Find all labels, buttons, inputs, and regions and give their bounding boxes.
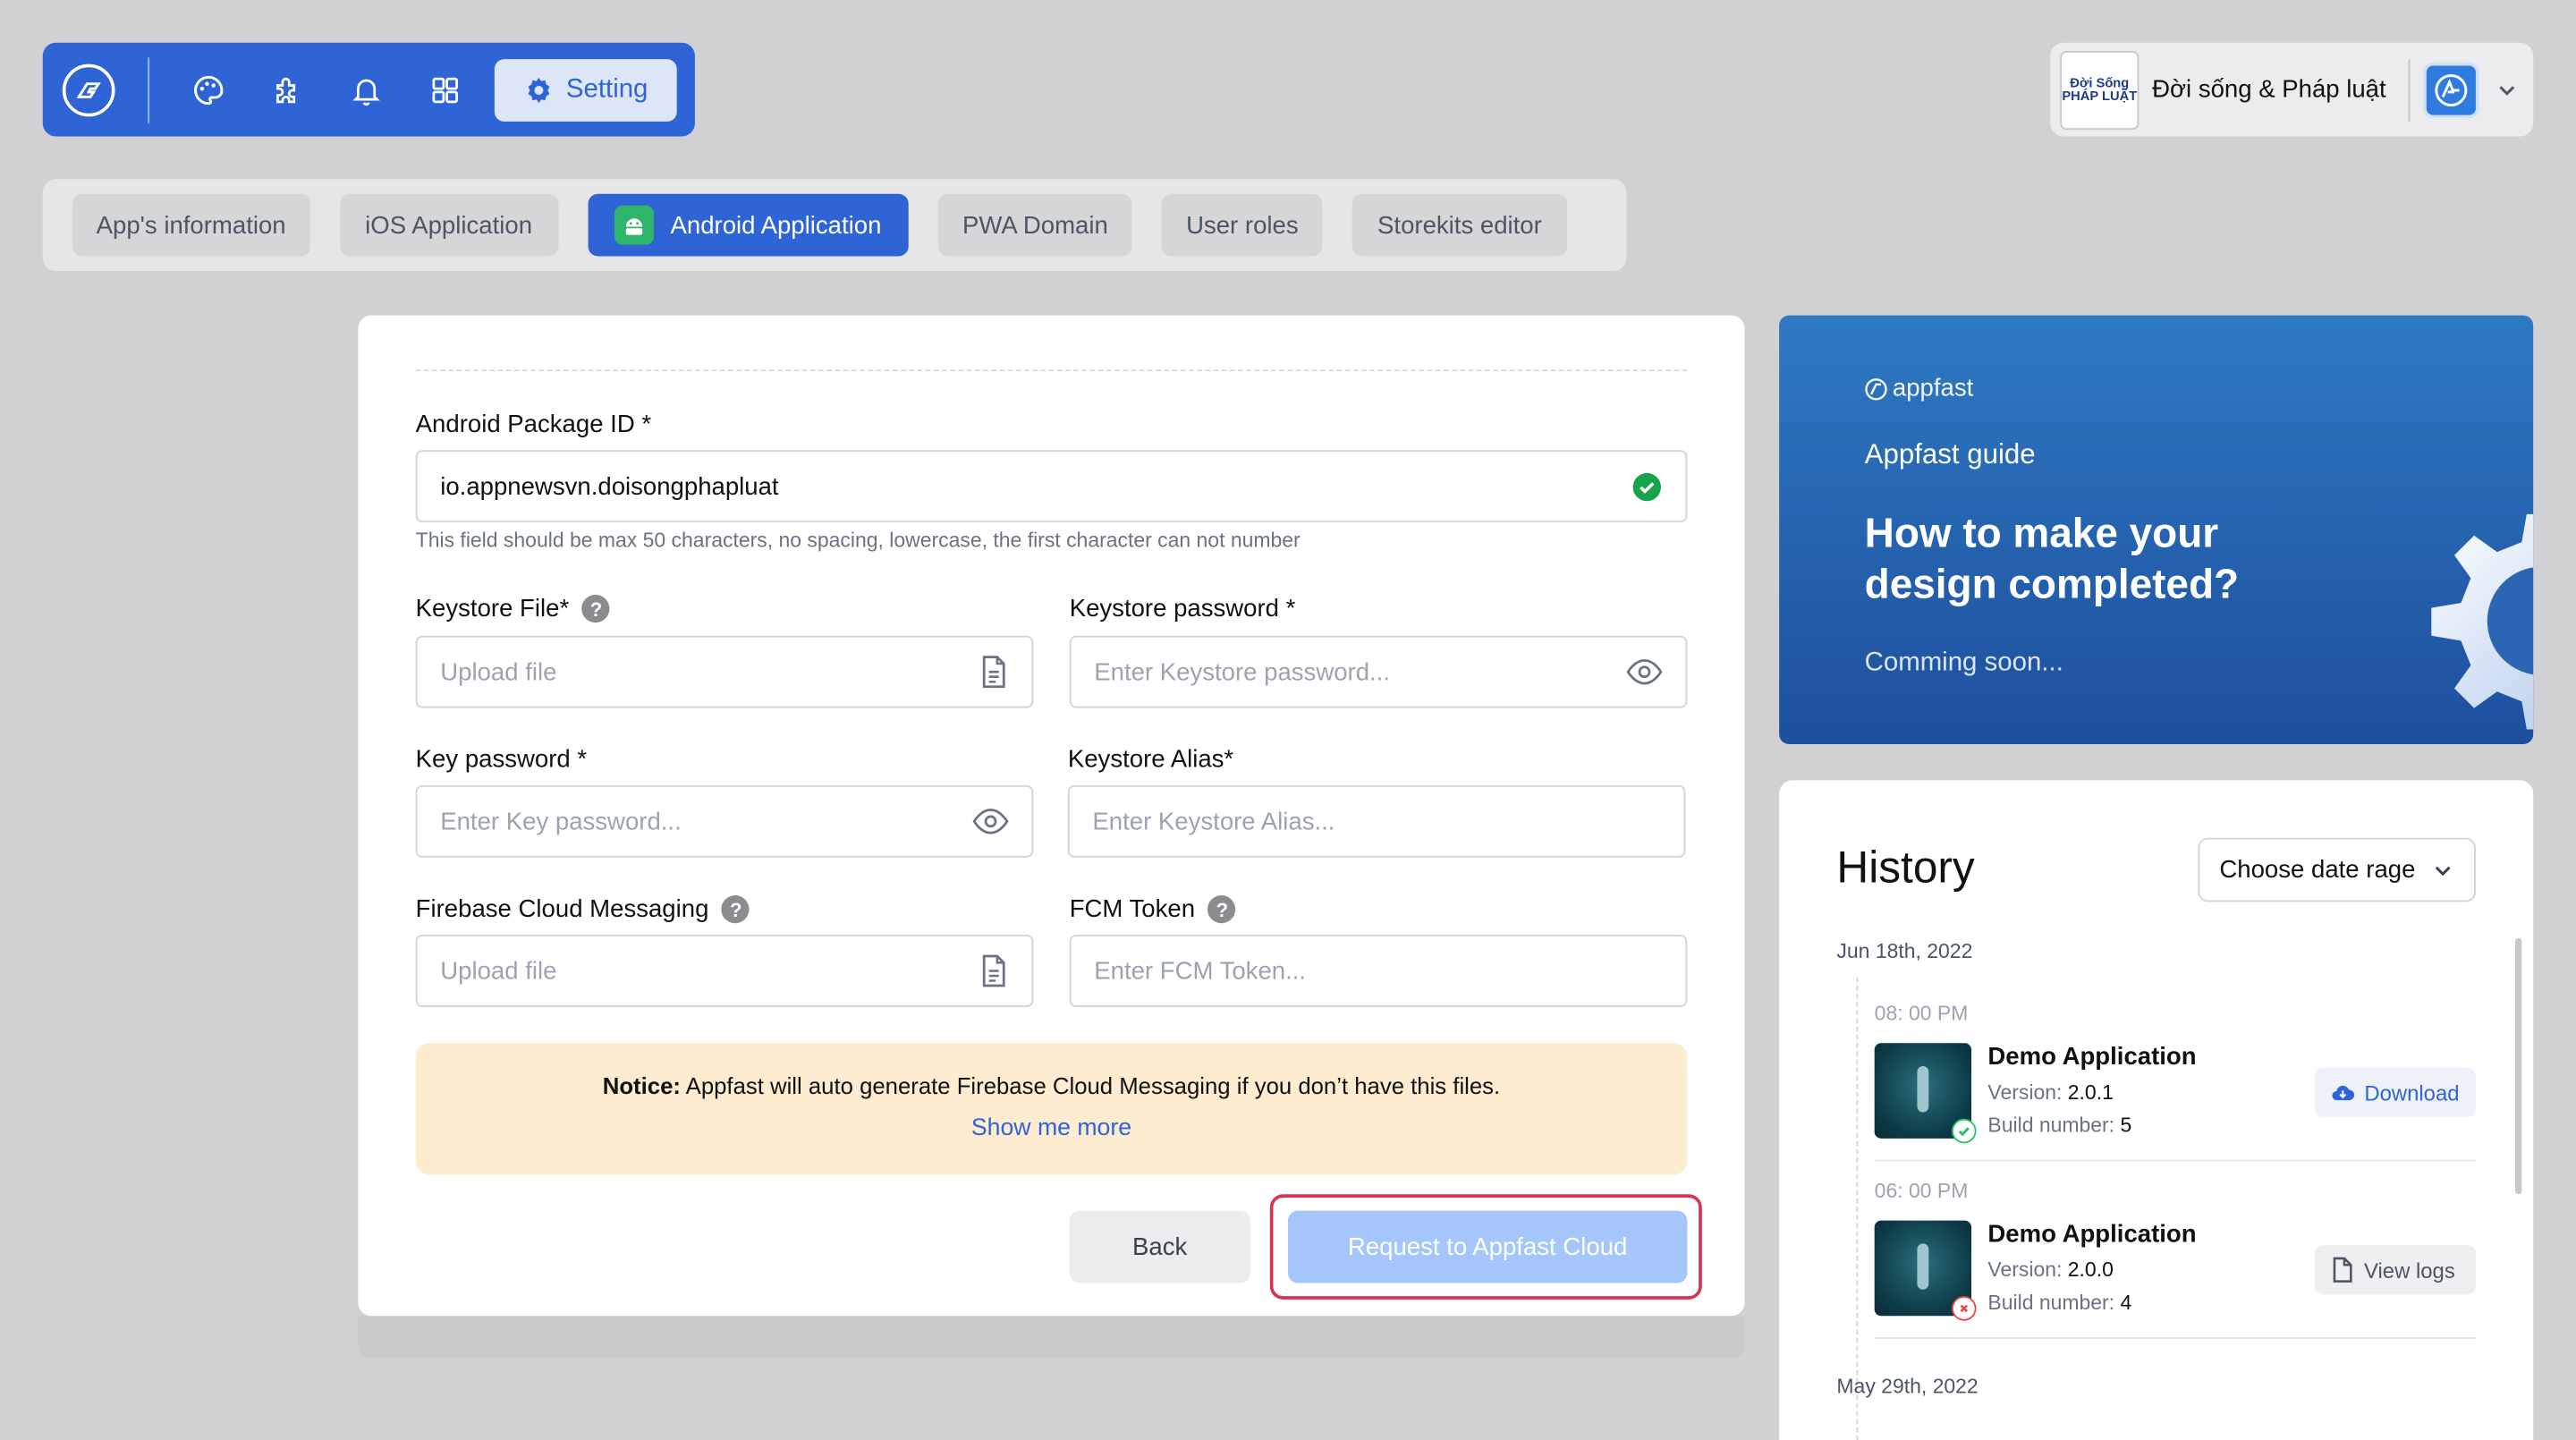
chevron-down-icon [2435, 865, 2451, 876]
timeline-line [1856, 977, 1859, 1440]
check-circle-icon [1632, 471, 1661, 501]
download-button[interactable]: Download [2314, 1067, 2476, 1117]
guide-title: How to make your design completed? [1864, 511, 2240, 608]
gear-icon [527, 77, 549, 103]
appfast-logo-icon [1865, 377, 1887, 400]
history-panel: History Choose date rage Jun 18th, 2022 … [1779, 780, 2534, 1440]
grid-icon[interactable] [416, 60, 475, 119]
account-divider [2409, 58, 2411, 121]
gear-illustration-icon [2431, 513, 2534, 730]
main-toolbar: Setting [42, 42, 695, 137]
build-time: 08: 00 PM [1874, 1002, 1969, 1026]
keystore-password-input[interactable]: Enter Keystore password... [1069, 635, 1688, 708]
tab-user-roles[interactable]: User roles [1162, 193, 1323, 257]
success-icon [1951, 1118, 1977, 1144]
notice-box: Notice: Appfast will auto generate Fireb… [415, 1043, 1688, 1175]
show-more-link[interactable]: Show me more [416, 1115, 1688, 1141]
app-thumbnail [1874, 1220, 1977, 1321]
fcm-token-input[interactable]: Enter FCM Token... [1069, 935, 1688, 1007]
chevron-down-icon[interactable] [2496, 78, 2520, 101]
setting-label: Setting [565, 74, 648, 103]
build-version: Version: 2.0.1 [1987, 1080, 2114, 1105]
build-app-name: Demo Application [1987, 1043, 2197, 1072]
request-cloud-button[interactable]: Request to Appfast Cloud [1287, 1210, 1688, 1283]
account-switcher[interactable]: Đời Sống PHÁP LUẬT Đời sống & Pháp luật [2050, 42, 2534, 137]
build-number: Build number: 4 [1987, 1291, 2132, 1315]
key-password-label: Key password * [415, 745, 588, 775]
guide-status: Comming soon... [1864, 648, 2063, 677]
toolbar-divider [148, 56, 150, 123]
build-divider [1874, 1337, 2476, 1339]
package-id-label: Android Package ID * [415, 411, 652, 439]
notice-text: Appfast will auto generate Firebase Clou… [685, 1072, 1501, 1099]
back-button[interactable]: Back [1069, 1210, 1250, 1283]
android-settings-form: Android Package ID * io.appnewsvn.doison… [358, 315, 1745, 1317]
file-icon [982, 954, 1005, 987]
history-scrollbar[interactable] [2514, 937, 2522, 1195]
build-app-name: Demo Application [1987, 1220, 2197, 1249]
guide-subtitle: Appfast guide [1864, 438, 2036, 470]
avatar[interactable] [2423, 61, 2480, 118]
eye-icon[interactable] [1626, 658, 1663, 685]
build-divider [1874, 1159, 2476, 1162]
key-password-input[interactable]: Enter Key password... [415, 784, 1034, 858]
tab-ios-application[interactable]: iOS Application [339, 193, 558, 257]
dashed-divider [415, 369, 1688, 372]
help-icon[interactable]: ? [722, 895, 750, 924]
app-logo-icon[interactable] [62, 63, 115, 116]
build-number: Build number: 5 [1987, 1114, 2132, 1137]
history-date: May 29th, 2022 [1836, 1375, 1979, 1399]
tab-storekits-editor[interactable]: Storekits editor [1352, 193, 1568, 257]
bell-icon[interactable] [337, 60, 396, 119]
keystore-file-upload[interactable]: Upload file [415, 635, 1034, 708]
package-id-input[interactable]: io.appnewsvn.doisongphapluat [415, 450, 1688, 523]
keystore-alias-label: Keystore Alias* [1067, 745, 1234, 775]
fcm-file-label: Firebase Cloud Messaging ? [416, 895, 750, 924]
date-range-select[interactable]: Choose date rage [2198, 837, 2476, 902]
setting-button[interactable]: Setting [494, 58, 677, 121]
history-title: History [1836, 843, 1975, 893]
error-icon [1951, 1296, 1977, 1321]
palette-icon[interactable] [179, 60, 238, 119]
tab-pwa-domain[interactable]: PWA Domain [937, 193, 1133, 257]
build-version: Version: 2.0.0 [1987, 1258, 2114, 1282]
tab-apps-information[interactable]: App's information [72, 193, 310, 257]
package-id-hint: This field should be max 50 characters, … [415, 529, 1301, 553]
android-icon [614, 205, 655, 245]
file-icon [982, 656, 1005, 689]
eye-icon[interactable] [972, 809, 1009, 834]
help-icon[interactable]: ? [1208, 895, 1236, 924]
keystore-file-label: Keystore File* ? [416, 594, 611, 623]
notice-title: Notice: [602, 1072, 681, 1099]
fcm-file-upload[interactable]: Upload file [415, 935, 1034, 1007]
guide-banner[interactable]: appfast Appfast guide How to make your d… [1779, 315, 2534, 745]
keystore-alias-input[interactable]: Enter Keystore Alias... [1067, 784, 1686, 858]
view-logs-button[interactable]: View logs [2314, 1245, 2476, 1295]
build-time: 06: 00 PM [1874, 1179, 1969, 1203]
app-thumbnail [1874, 1043, 1977, 1144]
puzzle-icon[interactable] [258, 60, 317, 119]
organization-name: Đời sống & Pháp luật [2152, 75, 2386, 104]
keystore-password-label: Keystore password * [1069, 594, 1296, 623]
file-icon [2333, 1257, 2352, 1283]
card-underlay [358, 1316, 1745, 1359]
help-icon[interactable]: ? [581, 594, 611, 623]
fcm-token-label: FCM Token ? [1070, 895, 1236, 924]
tab-android-application[interactable]: Android Application [587, 193, 909, 257]
cloud-download-icon [2332, 1085, 2355, 1101]
organization-logo: Đời Sống PHÁP LUẬT [2060, 50, 2140, 130]
settings-tabs: App's information iOS Application Androi… [42, 179, 1627, 272]
history-date: Jun 18th, 2022 [1836, 939, 1973, 963]
guide-brand: appfast [1865, 375, 1973, 402]
